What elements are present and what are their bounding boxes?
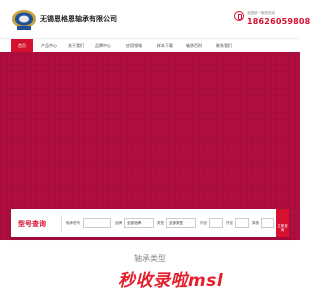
- search-title: 型号查询: [18, 220, 46, 228]
- brand-label: 品牌: [115, 221, 122, 225]
- type-label: 类型: [157, 221, 164, 225]
- main-nav: 首页 产品中心 关于我们 品牌中心 应用领域 样本下载 轴承百科 联系我们: [0, 38, 300, 53]
- model-label: 轴承型号: [66, 221, 80, 225]
- nav-item-applications[interactable]: 应用领域: [121, 39, 147, 53]
- search-divider: [61, 215, 62, 231]
- brand-select[interactable]: 全部品牌: [124, 218, 154, 228]
- outer-diameter-input[interactable]: [235, 218, 249, 228]
- hotline-label: 全国统一服务热线: [247, 11, 275, 15]
- watermark-text: 秒收录啦msl: [118, 271, 224, 291]
- model-search-bar: 型号查询 轴承型号 品牌 全部品牌 类型 全部类型 内径 外径 厚度 立即查询: [11, 209, 289, 237]
- type-select[interactable]: 全部类型: [166, 218, 196, 228]
- nav-item-brands[interactable]: 品牌中心: [90, 39, 116, 53]
- nav-item-about[interactable]: 关于我们: [63, 39, 89, 53]
- nav-item-downloads[interactable]: 样本下载: [152, 39, 178, 53]
- nav-item-encyclopedia[interactable]: 轴承百科: [181, 39, 207, 53]
- search-button[interactable]: 立即查询: [276, 209, 289, 237]
- inner-diameter-label: 内径: [200, 221, 207, 225]
- nav-item-products[interactable]: 产品中心: [36, 39, 62, 53]
- company-name: 无锡恩格恩轴承有限公司: [40, 15, 117, 23]
- thickness-label: 厚度: [252, 221, 259, 225]
- inner-diameter-input[interactable]: [209, 218, 223, 228]
- site-header: 无锡恩格恩轴承有限公司 全国统一服务热线 18626059808: [0, 0, 310, 38]
- nav-item-contact[interactable]: 联系我们: [211, 39, 237, 53]
- outer-diameter-label: 外径: [226, 221, 233, 225]
- model-input[interactable]: [83, 218, 111, 228]
- hotline-number: 18626059808: [247, 17, 311, 26]
- nav-item-home[interactable]: 首页: [11, 39, 33, 53]
- company-logo-icon[interactable]: [11, 9, 37, 31]
- section-title: 轴承类型: [134, 254, 166, 263]
- thickness-input[interactable]: [261, 218, 274, 228]
- phone-icon: [234, 11, 244, 21]
